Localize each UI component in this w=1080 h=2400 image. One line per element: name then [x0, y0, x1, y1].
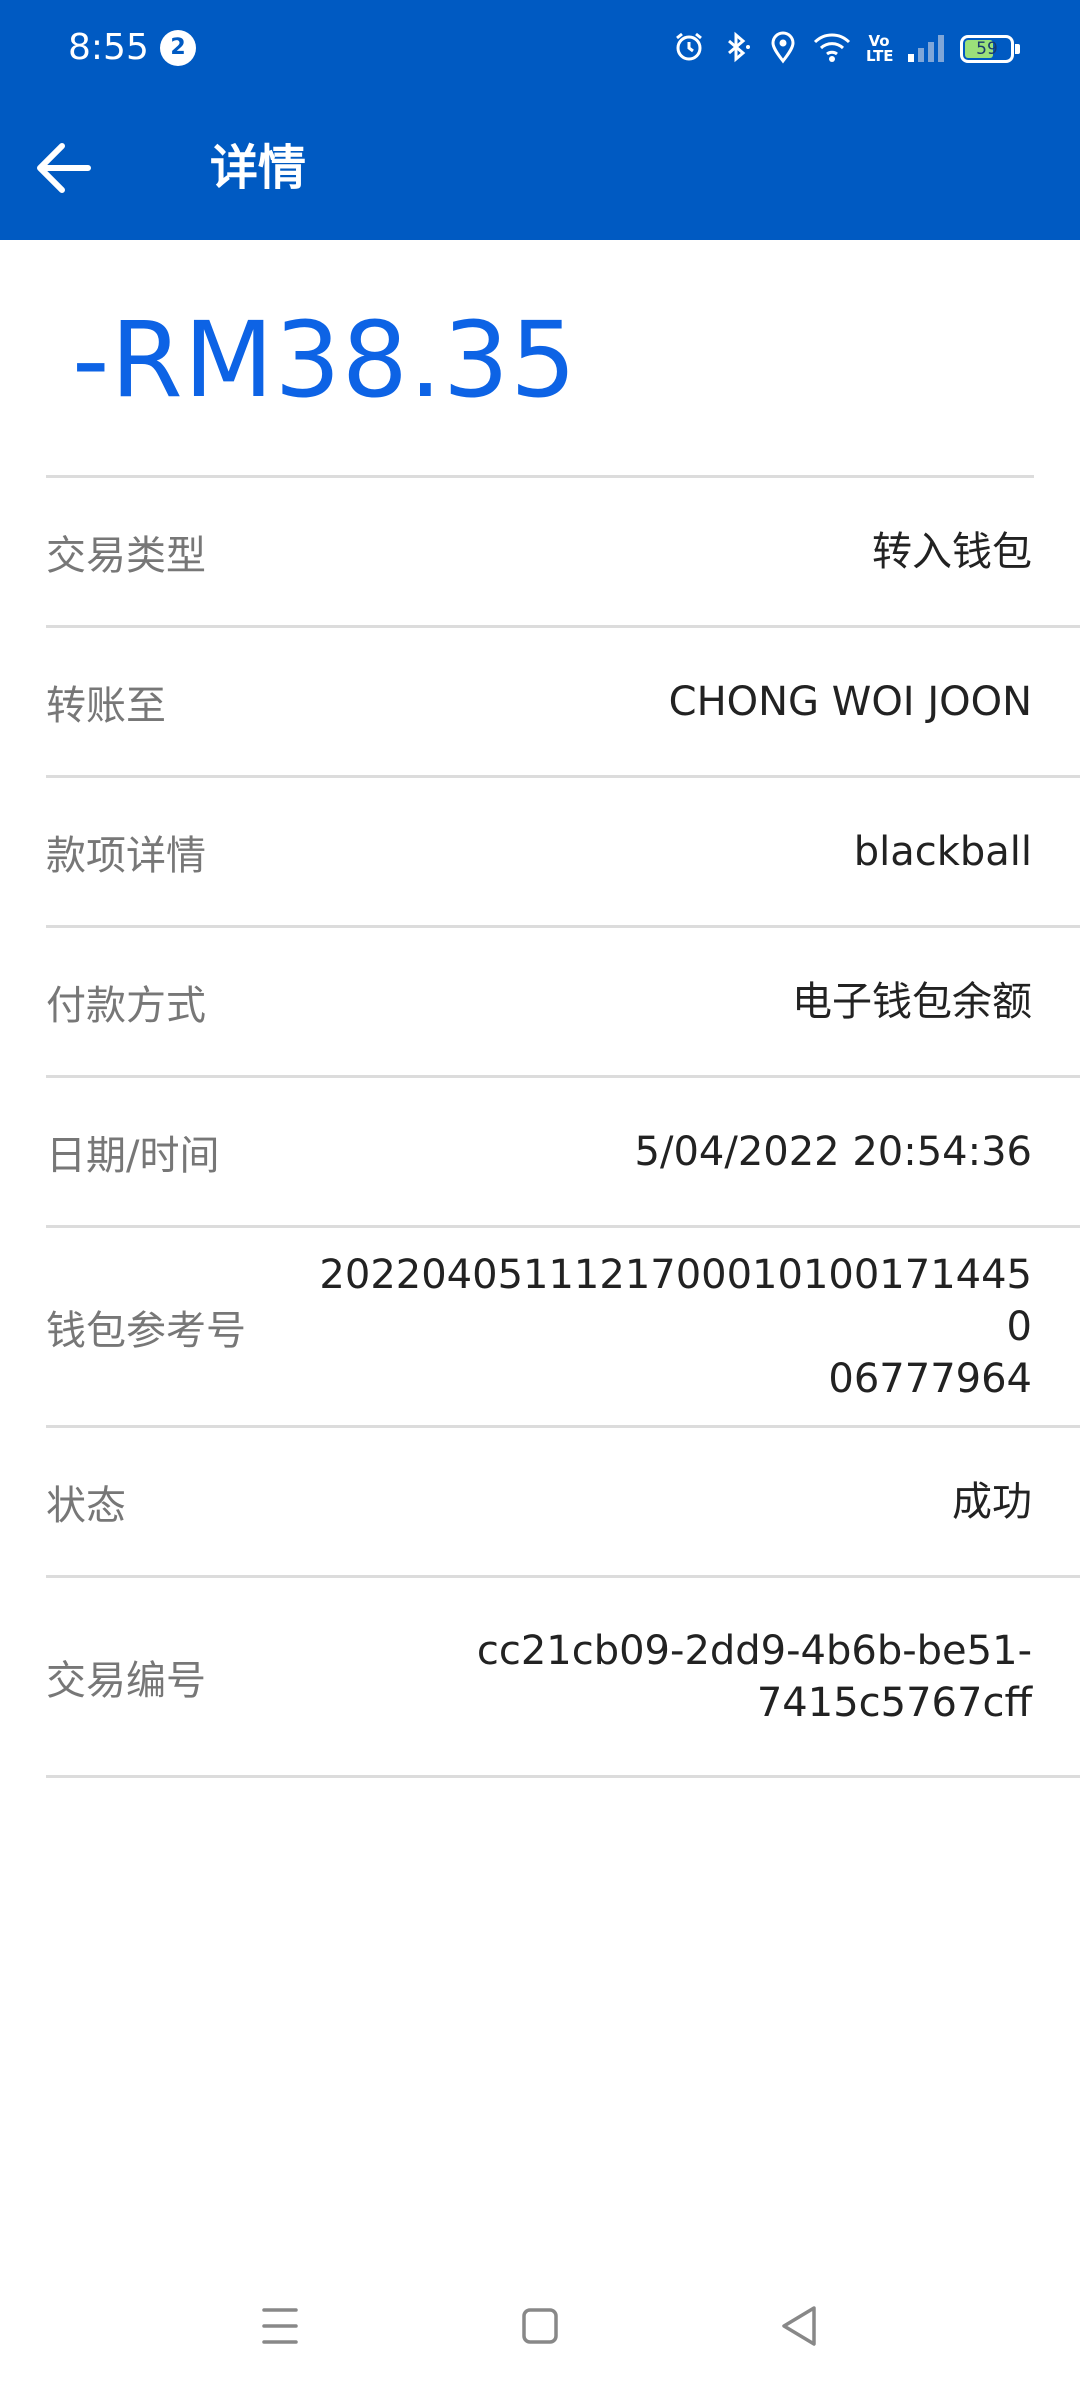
menu-button[interactable] — [240, 2286, 320, 2366]
row-value-line-2: 7415c5767cff — [756, 1679, 1032, 1726]
status-bar: 8:55 2 Vo LTE 59 — [0, 0, 1080, 96]
status-time: 8:55 — [68, 27, 149, 68]
back-triangle-icon — [782, 2306, 816, 2346]
notification-badge: 2 — [160, 30, 196, 66]
row-label: 转账至 — [46, 682, 166, 729]
page-title: 详情 — [210, 140, 307, 196]
wifi-icon — [812, 30, 852, 68]
row-value: blackball — [853, 828, 1032, 875]
row-label: 状态 — [46, 1482, 126, 1529]
row-label: 钱包参考号 — [46, 1307, 246, 1354]
row-value: 20220405111217000101001714450 06777964 — [312, 1249, 1032, 1405]
detail-row-datetime: 日期/时间 5/04/2022 20:54:36 — [46, 1078, 1080, 1228]
row-value: 电子钱包余额 — [792, 978, 1032, 1025]
transaction-details: 交易类型 转入钱包 转账至 CHONG WOI JOON 款项详情 blackb… — [0, 478, 1080, 1778]
menu-icon — [262, 2308, 298, 2344]
row-value: CHONG WOI JOON — [668, 678, 1032, 725]
row-label: 款项详情 — [46, 832, 206, 879]
bluetooth-icon — [720, 30, 754, 68]
home-icon — [522, 2308, 558, 2344]
system-nav-bar — [0, 2256, 1080, 2400]
detail-row-status: 状态 成功 — [46, 1428, 1080, 1578]
row-label: 交易编号 — [46, 1657, 206, 1704]
location-icon — [768, 30, 798, 68]
detail-row-transaction-type: 交易类型 转入钱包 — [46, 478, 1080, 628]
row-label: 日期/时间 — [46, 1132, 220, 1179]
arrow-left-icon — [37, 143, 91, 193]
row-value: cc21cb09-2dd9-4b6b-be51- 7415c5767cff — [477, 1625, 1032, 1729]
battery-tip — [1015, 44, 1020, 54]
row-value-line-1: 20220405111217000101001714450 — [319, 1251, 1032, 1350]
back-button[interactable] — [28, 132, 100, 204]
detail-row-payment-details: 款项详情 blackball — [46, 778, 1080, 928]
detail-row-transfer-to: 转账至 CHONG WOI JOON — [46, 628, 1080, 778]
row-label: 交易类型 — [46, 532, 206, 579]
app-bar: 详情 — [0, 96, 1080, 240]
transaction-amount: -RM38.35 — [72, 299, 578, 421]
row-label: 付款方式 — [46, 982, 206, 1029]
battery-level: 59 — [976, 39, 998, 59]
alarm-icon — [672, 30, 706, 68]
detail-row-wallet-reference: 钱包参考号 20220405111217000101001714450 0677… — [46, 1228, 1080, 1428]
detail-row-transaction-id: 交易编号 cc21cb09-2dd9-4b6b-be51- 7415c5767c… — [46, 1578, 1080, 1778]
row-value: 成功 — [952, 1478, 1032, 1525]
row-value-line-2: 06777964 — [828, 1355, 1032, 1402]
row-value: 5/04/2022 20:54:36 — [634, 1128, 1032, 1175]
home-button[interactable] — [500, 2286, 580, 2366]
back-nav-button[interactable] — [760, 2286, 840, 2366]
battery-icon: 59 — [960, 35, 1020, 63]
signal-icon — [906, 30, 946, 68]
volte-icon: Vo LTE — [866, 32, 894, 65]
detail-row-payment-method: 付款方式 电子钱包余额 — [46, 928, 1080, 1078]
row-value: 转入钱包 — [872, 528, 1032, 575]
status-icons: Vo LTE 59 — [672, 24, 1020, 74]
row-value-line-1: cc21cb09-2dd9-4b6b-be51- — [476, 1627, 1032, 1674]
